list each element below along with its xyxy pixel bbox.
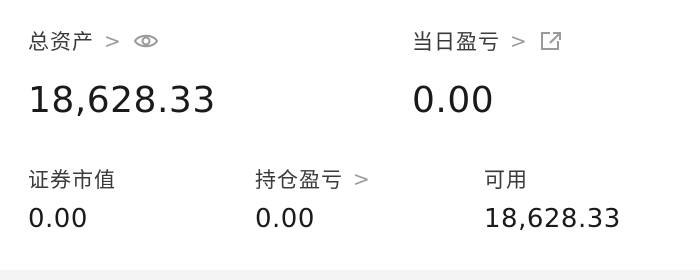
bottom-divider [0, 270, 700, 280]
position-pnl-block[interactable]: 持仓盈亏 > 0.00 [255, 164, 370, 234]
position-pnl-chevron-icon[interactable]: > [353, 169, 370, 189]
daily-pnl-chevron-icon[interactable]: > [510, 31, 527, 51]
daily-pnl-value: 0.00 [412, 80, 495, 121]
total-assets-value: 18,628.33 [28, 80, 216, 121]
market-value-block: 证券市值 0.00 [28, 164, 116, 234]
available-label: 可用 [484, 168, 528, 192]
daily-pnl-label: 当日盈亏 [412, 30, 500, 54]
available-block: 可用 18,628.33 [484, 164, 620, 234]
total-assets-chevron-icon[interactable]: > [104, 31, 121, 51]
external-link-icon[interactable] [539, 30, 565, 52]
total-assets-block[interactable]: 总资产 > 18,628.33 [28, 26, 215, 121]
position-pnl-label: 持仓盈亏 [255, 168, 343, 192]
total-assets-label: 总资产 [28, 30, 94, 54]
market-value-value: 0.00 [28, 204, 88, 234]
market-value-label: 证券市值 [28, 168, 116, 192]
available-value: 18,628.33 [484, 204, 621, 234]
eye-icon[interactable] [133, 30, 159, 52]
daily-pnl-block[interactable]: 当日盈亏 > 0.00 [412, 26, 565, 121]
position-pnl-value: 0.00 [255, 204, 315, 234]
